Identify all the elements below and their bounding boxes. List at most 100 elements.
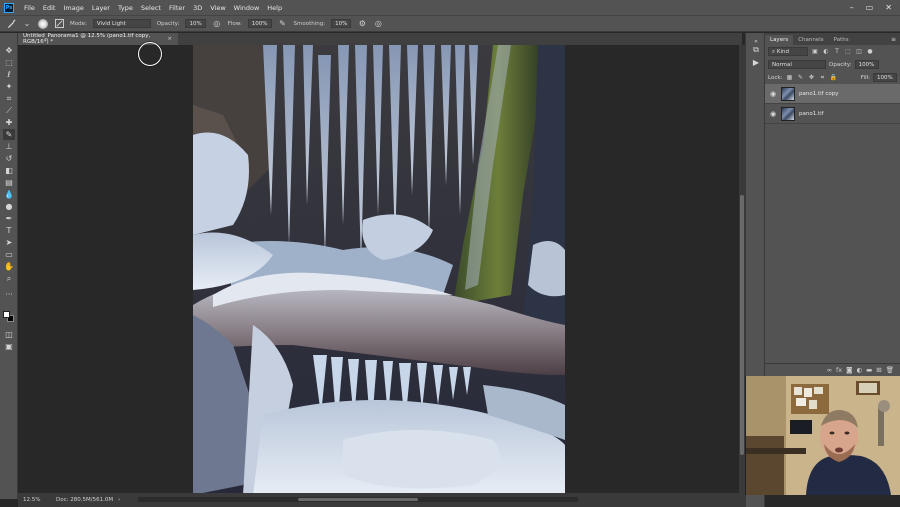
screen-mode-icon[interactable]: ▣ [3,341,15,352]
flow-field[interactable]: 100% [247,19,272,28]
history-panel-icon[interactable]: ⧉ [750,44,762,55]
play-action-icon[interactable]: ▶ [750,57,762,68]
tab-channels[interactable]: Channels [793,35,828,45]
menu-type[interactable]: Type [114,4,137,12]
fill-field[interactable]: 100% [873,73,897,82]
lock-artboard-icon[interactable]: ⌗ [818,74,826,82]
gradient-tool-icon[interactable]: ▤ [3,177,15,188]
close-window-button[interactable]: ✕ [885,3,892,12]
tab-layers[interactable]: Layers [765,35,794,45]
zoom-level[interactable]: 12.5% [18,497,44,503]
menu-view[interactable]: View [206,4,229,12]
pressure-opacity-icon[interactable]: ◎ [212,19,222,29]
horizontal-scroll-thumb[interactable] [298,498,418,501]
photoshop-logo-icon[interactable]: Ps [4,2,14,13]
adjustment-layer-icon[interactable]: ◐ [856,366,862,374]
move-tool-icon[interactable]: ✥ [3,45,15,56]
foreground-color-swatch[interactable] [3,311,10,318]
crop-tool-icon[interactable]: ⌗ [3,93,15,104]
layers-footer: ∞ fx ◙ ◐ ▬ ⊞ 🗑 [765,363,900,376]
new-layer-icon[interactable]: ⊞ [876,366,881,374]
menu-bar: Ps File Edit Image Layer Type Select Fil… [0,0,900,15]
clone-stamp-tool-icon[interactable]: ⊥ [3,141,15,152]
menu-help[interactable]: Help [263,4,286,12]
kind-filter-select[interactable]: ⌕ Kind [768,47,808,56]
tools-panel: ✥ ⬚ ℓ ✦ ⌗ ⟋ ✚ ✎ ⊥ ↺ ◧ ▤ 💧 ● ✒ T ➤ ▭ ✋ ⌕ … [0,33,18,499]
menu-3d[interactable]: 3D [189,4,206,12]
close-document-icon[interactable]: × [167,36,178,42]
brush-preset-picker[interactable] [38,18,48,29]
panel-menu-icon[interactable]: ≡ [887,34,900,45]
brush-tool-icon[interactable] [6,19,16,29]
layer-row-pano1[interactable]: ◉ pano1.tif [765,104,900,124]
healing-brush-tool-icon[interactable]: ✚ [3,117,15,128]
menu-edit[interactable]: Edit [39,4,60,12]
history-brush-tool-icon[interactable]: ↺ [3,153,15,164]
add-mask-icon[interactable]: ◙ [846,366,852,374]
menu-image[interactable]: Image [59,4,87,12]
menu-filter[interactable]: Filter [165,4,189,12]
type-tool-icon[interactable]: T [3,225,15,236]
menu-layer[interactable]: Layer [88,4,114,12]
shape-filter-icon[interactable]: ⬚ [844,48,852,56]
brush-tool-active-icon[interactable]: ✎ [3,129,15,140]
zoom-tool-icon[interactable]: ⌕ [3,273,15,284]
quick-mask-icon[interactable]: ◫ [3,329,15,340]
brush-cursor-circle [138,42,162,66]
layer-thumbnail [781,106,795,121]
lock-all-icon[interactable]: 🔒 [829,74,837,82]
menu-file[interactable]: File [20,4,39,12]
tool-preset-chevron-icon[interactable]: ⌄ [22,19,32,29]
options-bar: ⌄ Mode: Vivid Light Opacity: 10% ◎ Flow:… [0,15,900,32]
smoothing-field[interactable]: 10% [331,19,352,28]
lock-transparent-icon[interactable]: ▦ [785,74,793,82]
smart-object-filter-icon[interactable]: ◫ [855,48,863,56]
adjustment-filter-icon[interactable]: ◐ [822,48,830,56]
visibility-eye-icon[interactable]: ◉ [769,110,777,118]
lock-pixels-icon[interactable]: ✎ [796,74,804,82]
trash-icon[interactable]: 🗑 [886,366,894,374]
eyedropper-tool-icon[interactable]: ⟋ [3,105,15,116]
menu-select[interactable]: Select [137,4,165,12]
filter-toggle-icon[interactable]: ● [866,48,874,56]
group-icon[interactable]: ▬ [866,366,872,374]
lock-position-icon[interactable]: ✥ [807,74,815,82]
pixel-filter-icon[interactable]: ▣ [811,48,819,56]
blend-mode-select[interactable]: Vivid Light [92,19,151,28]
document-canvas-image[interactable] [193,45,565,495]
vertical-scroll-thumb[interactable] [740,195,744,455]
dodge-tool-icon[interactable]: ● [3,201,15,212]
type-filter-icon[interactable]: T [833,48,841,56]
maximize-button[interactable]: ▭ [866,3,874,12]
layer-opacity-field[interactable]: 100% [854,60,879,69]
tab-paths[interactable]: Paths [829,35,854,45]
pressure-size-icon[interactable]: ◎ [373,19,383,29]
hand-tool-icon[interactable]: ✋ [3,261,15,272]
rectangle-tool-icon[interactable]: ▭ [3,249,15,260]
magic-wand-tool-icon[interactable]: ✦ [3,81,15,92]
horizontal-scrollbar[interactable] [138,497,578,502]
layer-name[interactable]: pano1.tif [799,111,824,117]
lasso-tool-icon[interactable]: ℓ [3,69,15,80]
document-tab-bar: Untitled_Panorama1 @ 12.5% (pano1.tif co… [18,33,742,45]
visibility-eye-icon[interactable]: ◉ [769,90,777,98]
layer-row-pano1-copy[interactable]: ◉ pano1.tif copy [765,84,900,104]
layer-blend-mode-select[interactable]: Normal [768,60,826,69]
path-selection-tool-icon[interactable]: ➤ [3,237,15,248]
blur-tool-icon[interactable]: 💧 [3,189,15,200]
brush-settings-icon[interactable] [54,19,64,29]
minimize-button[interactable]: – [850,3,854,12]
eraser-tool-icon[interactable]: ◧ [3,165,15,176]
link-layers-icon[interactable]: ∞ [827,366,832,374]
gear-icon[interactable]: ⚙ [357,19,367,29]
edit-toolbar-icon[interactable]: ··· [3,289,15,300]
marquee-tool-icon[interactable]: ⬚ [3,57,15,68]
layer-style-icon[interactable]: fx [836,366,842,374]
opacity-field[interactable]: 10% [185,19,206,28]
menu-window[interactable]: Window [230,4,264,12]
fill-label: Fill: [860,74,870,81]
layer-name[interactable]: pano1.tif copy [799,91,838,97]
airbrush-icon[interactable]: ✎ [278,19,288,29]
pen-tool-icon[interactable]: ✒ [3,213,15,224]
status-menu-arrow[interactable]: › [114,497,120,503]
